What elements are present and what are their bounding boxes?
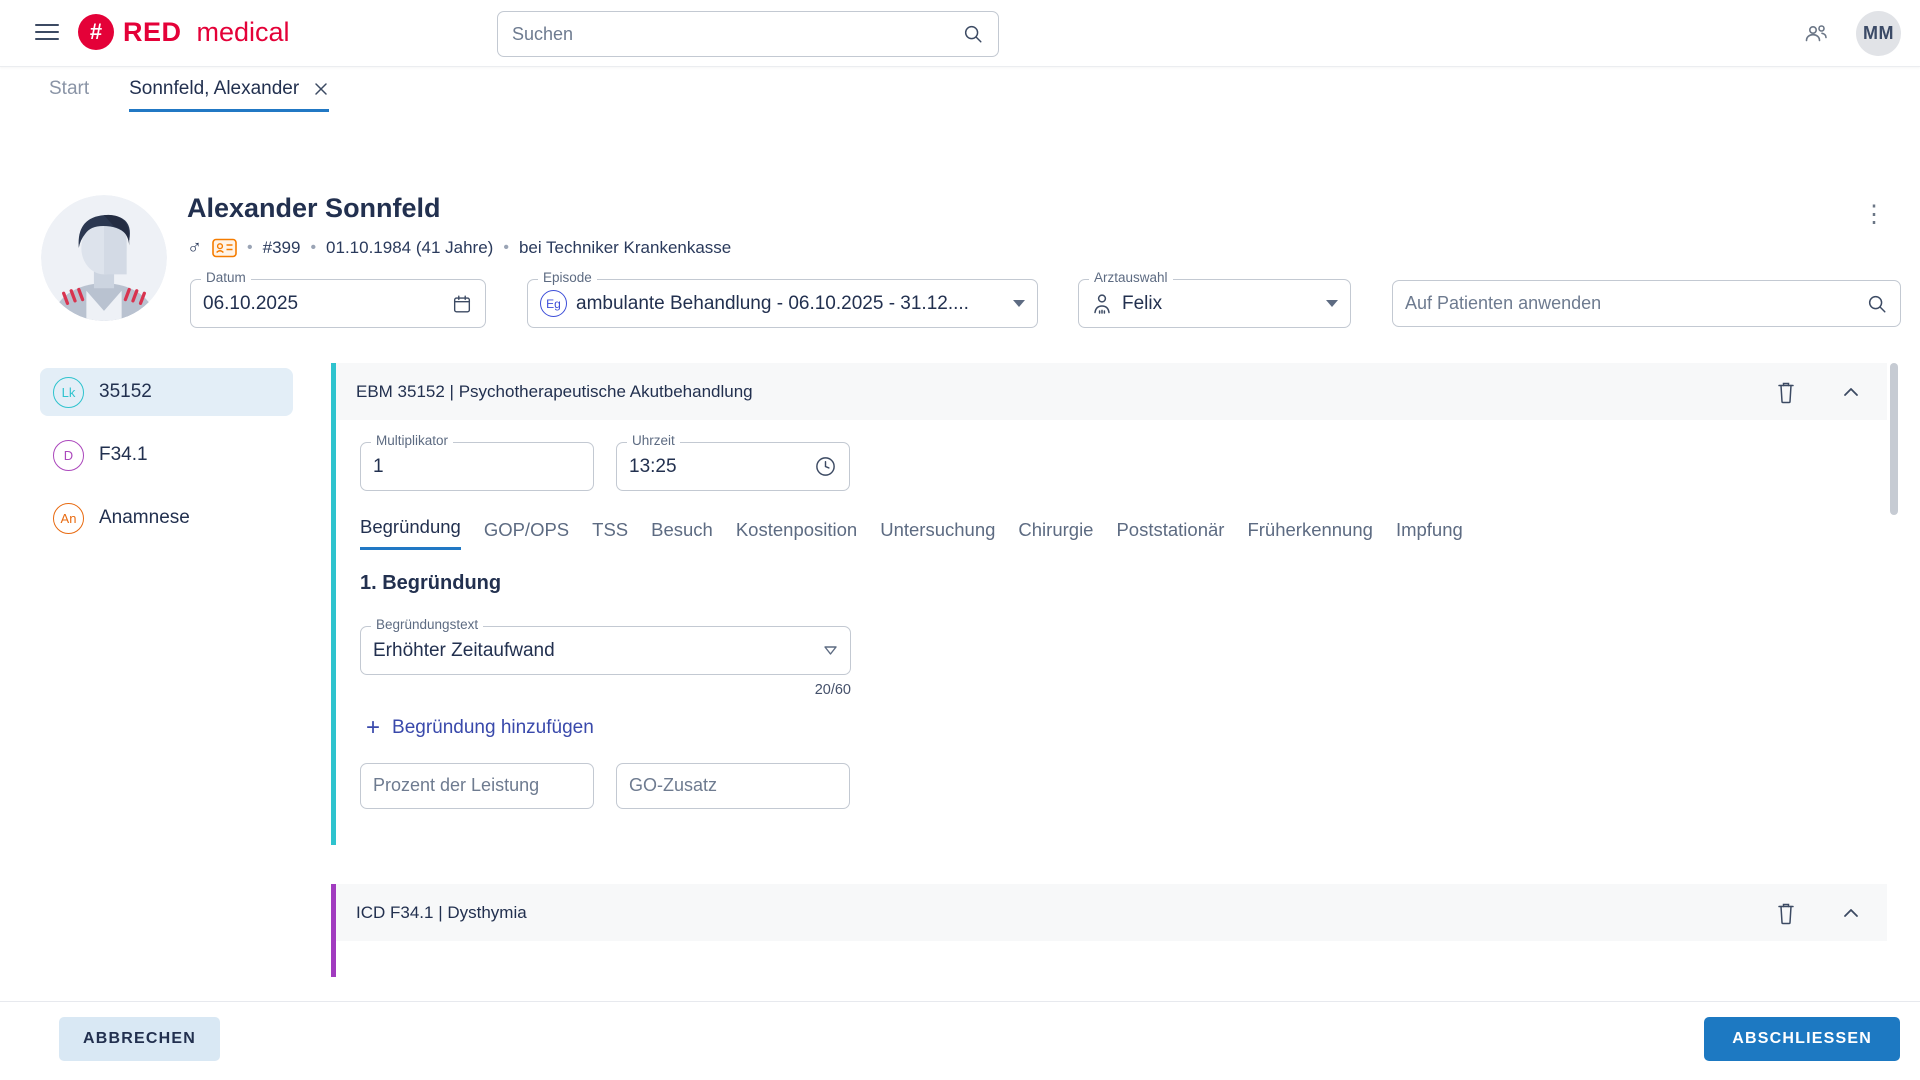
global-search[interactable]	[497, 11, 999, 57]
icd-card: ICD F34.1 | Dysthymia	[331, 884, 1887, 977]
episode-field[interactable]: Episode Eg ambulante Behandlung - 06.10.…	[527, 270, 1038, 328]
begruendung-section-heading: 1. Begründung	[360, 572, 502, 594]
brand-red-text: RED	[123, 16, 182, 47]
anamnese-badge: An	[53, 502, 84, 534]
datum-field[interactable]: Datum	[190, 270, 486, 328]
icd-card-title: ICD F34.1 | Dysthymia	[356, 902, 527, 922]
submit-button[interactable]: ABSCHLIESSEN	[1704, 1017, 1900, 1061]
meta-separator: •	[247, 239, 253, 256]
apply-to-patients-field[interactable]	[1392, 280, 1901, 327]
multiplikator-field[interactable]: Multiplikator	[360, 433, 594, 491]
top-bar: # RED medical MM	[0, 0, 1920, 67]
go-zusatz-field[interactable]	[616, 763, 850, 809]
sidebar-item-label: Anamnese	[99, 507, 190, 528]
cancel-button[interactable]: ABBRECHEN	[59, 1017, 221, 1061]
gender-male-icon: ♂	[187, 237, 202, 259]
brand-medical-text: medical	[196, 16, 290, 47]
collapse-ebm-icon[interactable]	[1841, 382, 1861, 402]
plus-icon: +	[366, 714, 381, 741]
clock-icon[interactable]	[814, 455, 837, 478]
user-avatar[interactable]: MM	[1856, 11, 1901, 56]
tab-gop-ops[interactable]: GOP/OPS	[484, 519, 569, 550]
sidebar-item-f341[interactable]: D F34.1	[40, 431, 293, 479]
patient-birthdate: 01.10.1984 (41 Jahre)	[326, 238, 494, 257]
delete-ebm-icon[interactable]	[1775, 380, 1797, 404]
episode-label: Episode	[538, 270, 597, 285]
sidebar-item-35152[interactable]: Lk 35152	[40, 368, 293, 416]
begruendungstext-label: Begründungstext	[371, 617, 484, 632]
go-zusatz-input[interactable]	[629, 775, 837, 797]
arztauswahl-value: Felix	[1122, 292, 1163, 314]
episode-dropdown-icon[interactable]	[1013, 300, 1025, 307]
episode-eg-badge: Eg	[540, 290, 567, 317]
tab-besuch[interactable]: Besuch	[651, 519, 713, 550]
begruendungstext-input[interactable]	[373, 639, 814, 662]
patient-name: Alexander Sonnfeld	[187, 193, 441, 223]
leistung-badge: Lk	[53, 376, 84, 408]
multiplikator-input[interactable]	[373, 455, 581, 478]
sidebar-item-label: 35152	[99, 381, 152, 402]
brand-hash-icon: #	[78, 14, 114, 50]
meta-separator: •	[310, 239, 317, 256]
users-icon[interactable]	[1802, 20, 1830, 48]
char-counter: 20/60	[814, 682, 851, 698]
tab-begruendung[interactable]: Begründung	[360, 516, 461, 550]
tab-patient-sonnfeld[interactable]: Sonnfeld, Alexander	[129, 78, 330, 112]
add-begruendung-label: Begründung hinzufügen	[392, 717, 594, 738]
tab-impfung[interactable]: Impfung	[1396, 519, 1463, 550]
tab-untersuchung[interactable]: Untersuchung	[880, 519, 995, 550]
apply-search-icon[interactable]	[1866, 293, 1888, 315]
tab-frueherkennung[interactable]: Früherkennung	[1247, 519, 1372, 550]
patient-more-options-icon[interactable]: ⋮	[1862, 203, 1886, 227]
tab-chirurgie[interactable]: Chirurgie	[1018, 519, 1093, 550]
footer-bar: ABBRECHEN ABSCHLIESSEN	[0, 1001, 1920, 1080]
apply-to-patients-input[interactable]	[1405, 292, 1857, 315]
uhrzeit-label: Uhrzeit	[627, 433, 680, 448]
multiplikator-label: Multiplikator	[371, 433, 454, 448]
add-begruendung-button[interactable]: + Begründung hinzufügen	[366, 716, 594, 740]
prozent-der-leistung-input[interactable]	[373, 775, 581, 797]
ebm-card: EBM 35152 | Psychotherapeutische Akutbeh…	[331, 363, 1887, 845]
tab-poststationaer[interactable]: Poststationär	[1116, 519, 1224, 550]
global-search-input[interactable]	[512, 23, 962, 45]
sidebar-item-anamnese[interactable]: An Anamnese	[40, 494, 293, 542]
arztauswahl-dropdown-icon[interactable]	[1326, 300, 1338, 307]
workspace-tabs: Start Sonnfeld, Alexander	[49, 78, 330, 112]
ebm-card-header: EBM 35152 | Psychotherapeutische Akutbeh…	[336, 363, 1887, 420]
patient-id: #399	[262, 238, 301, 257]
ebm-tab-bar: Begründung GOP/OPS TSS Besuch Kostenposi…	[360, 516, 1463, 550]
diagnose-badge: D	[53, 439, 84, 471]
vertical-scrollbar[interactable]	[1890, 363, 1898, 515]
delete-icd-icon[interactable]	[1775, 901, 1797, 925]
icd-card-header: ICD F34.1 | Dysthymia	[336, 884, 1887, 941]
arztauswahl-label: Arztauswahl	[1089, 270, 1173, 285]
begruendungstext-field[interactable]: Begründungstext	[360, 617, 851, 675]
search-icon[interactable]	[962, 23, 984, 45]
begruendungstext-dropdown-icon[interactable]	[823, 644, 838, 657]
prozent-der-leistung-field[interactable]	[360, 763, 594, 809]
tab-tss[interactable]: TSS	[592, 519, 628, 550]
datum-label: Datum	[201, 270, 251, 285]
patient-avatar	[41, 195, 167, 321]
calendar-icon[interactable]	[451, 293, 473, 315]
uhrzeit-input[interactable]	[629, 455, 805, 478]
doctor-icon	[1091, 292, 1113, 316]
tab-start[interactable]: Start	[49, 78, 89, 112]
tab-kostenposition[interactable]: Kostenposition	[736, 519, 857, 550]
collapse-icd-icon[interactable]	[1841, 903, 1861, 923]
patient-meta: ♂ • #399 • 01.10.1984 (41 Jahre) • bei T…	[187, 238, 731, 258]
insurance-card-icon	[212, 238, 237, 258]
episode-value: ambulante Behandlung - 06.10.2025 - 31.1…	[576, 292, 969, 314]
sidebar-item-label: F34.1	[99, 444, 148, 465]
patient-insurance: bei Techniker Krankenkasse	[518, 238, 732, 257]
tab-patient-label: Sonnfeld, Alexander	[129, 78, 300, 99]
close-tab-icon[interactable]	[313, 81, 329, 97]
uhrzeit-field[interactable]: Uhrzeit	[616, 433, 850, 491]
meta-separator: •	[503, 239, 509, 256]
datum-input[interactable]	[203, 292, 442, 315]
hamburger-menu-icon[interactable]	[35, 24, 59, 42]
red-medical-logo: # RED medical	[78, 14, 290, 50]
arztauswahl-field[interactable]: Arztauswahl Felix	[1078, 270, 1351, 328]
ebm-card-title: EBM 35152 | Psychotherapeutische Akutbeh…	[356, 381, 753, 401]
